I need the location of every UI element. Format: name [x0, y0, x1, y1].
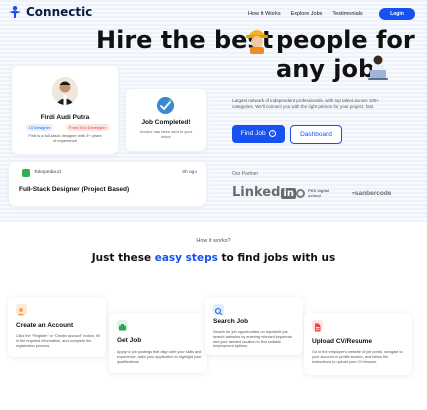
pks-circle-icon [296, 189, 305, 198]
step-description: Click the "Register" or "Create account"… [16, 334, 100, 348]
job-time: 8h ago [182, 170, 197, 175]
sanbercode-text: sanbercode [354, 190, 392, 197]
step-title: Search Job [213, 318, 249, 325]
job-title: Full-Stack Designer (Project Based) [19, 186, 130, 193]
arrow-circle-icon: › [269, 129, 277, 137]
profile-description: Firdi is a full-stack designer with 3+ y… [28, 133, 102, 143]
headline-line-1-end: people for [276, 26, 415, 54]
headline-line-2: any job [276, 55, 376, 83]
nav-link-explore-jobs[interactable]: Explore Jobs [291, 11, 323, 17]
how-eyebrow: How it works? [196, 238, 231, 244]
step-description: Apply to job postings that align with yo… [117, 350, 202, 364]
worker-hardhat-icon [246, 30, 268, 54]
tag-frontend-developer: Front End Developer [66, 124, 109, 131]
steps-title-b: to find jobs with us [217, 252, 336, 264]
step-card-search-job: Search Job Search for job opportunities … [205, 297, 303, 355]
logo-icon [9, 6, 21, 18]
profile-name: Firdi Audi Putra [40, 114, 90, 121]
steps-title: Just these easy steps to find jobs with … [0, 252, 427, 264]
partner-label: Our Partner [232, 171, 259, 177]
dashboard-button[interactable]: Dashboard [290, 125, 342, 144]
avatar [52, 77, 78, 105]
hero-headline: Hire the best people for any job [96, 26, 415, 86]
steps-title-a: Just these [91, 252, 155, 264]
partner-pks-logo: PKS digital school [296, 188, 329, 198]
job-completed-subtitle: Invoice has been sent to your inbox [139, 129, 193, 139]
step-card-create-account: Create an Account Click the "Register" o… [8, 297, 106, 357]
laptop-worker-icon [368, 55, 388, 80]
job-company: Tokopedia.id [34, 170, 61, 175]
step-card-upload-cv: Upload CV/Resume Go to the employer's we… [304, 313, 412, 375]
linkedin-text: Linked [232, 185, 281, 200]
step-description: Go to the employer's website or job port… [312, 350, 403, 364]
person-avatar-icon [52, 77, 78, 105]
step-title: Get Job [117, 337, 142, 344]
step-card-get-job: Get Job Apply to job postings that align… [109, 313, 207, 373]
find-job-button[interactable]: Find Job › [232, 125, 285, 143]
linkedin-in-box: in [281, 188, 296, 199]
top-navbar: Connectic How It Works Explore Jobs Test… [0, 0, 427, 26]
brand-name: Connectic [26, 5, 93, 19]
find-job-label: Find Job [240, 130, 266, 137]
company-logo-icon [22, 169, 30, 177]
document-icon [312, 320, 323, 332]
profile-card[interactable]: Firdi Audi Putra UI Designer Front End D… [12, 66, 118, 154]
hero-section: Connectic How It Works Explore Jobs Test… [0, 0, 427, 222]
job-completed-card: Job Completed! Invoice has been sent to … [126, 89, 206, 151]
user-plus-icon [16, 304, 27, 316]
step-title: Upload CV/Resume [312, 338, 372, 345]
nav-links: How It Works Explore Jobs Testimonials [248, 11, 363, 17]
pks-line-2: school [308, 192, 321, 198]
briefcase-icon [117, 320, 128, 331]
job-card[interactable]: Tokopedia.id 8h ago Full-Stack Designer … [9, 162, 206, 206]
partner-sanbercode-logo: =sanbercode [352, 190, 391, 197]
bird-check-icon [157, 97, 174, 114]
job-completed-title: Job Completed! [141, 119, 191, 126]
tag-ui-designer: UI Designer [26, 124, 54, 131]
steps-title-highlight: easy steps [154, 252, 218, 264]
step-title: Create an Account [16, 322, 74, 329]
step-description: Search for job opportunities on reputabl… [213, 330, 292, 349]
hero-description: Largest network of independent professio… [232, 98, 379, 109]
search-icon [213, 304, 224, 316]
nav-link-testimonials[interactable]: Testimonials [332, 11, 362, 17]
nav-link-how-it-works[interactable]: How It Works [248, 11, 281, 17]
brand-logo[interactable]: Connectic [8, 5, 92, 19]
partner-linkedin-logo: Linked in [232, 185, 296, 200]
login-button[interactable]: Login [379, 8, 415, 20]
